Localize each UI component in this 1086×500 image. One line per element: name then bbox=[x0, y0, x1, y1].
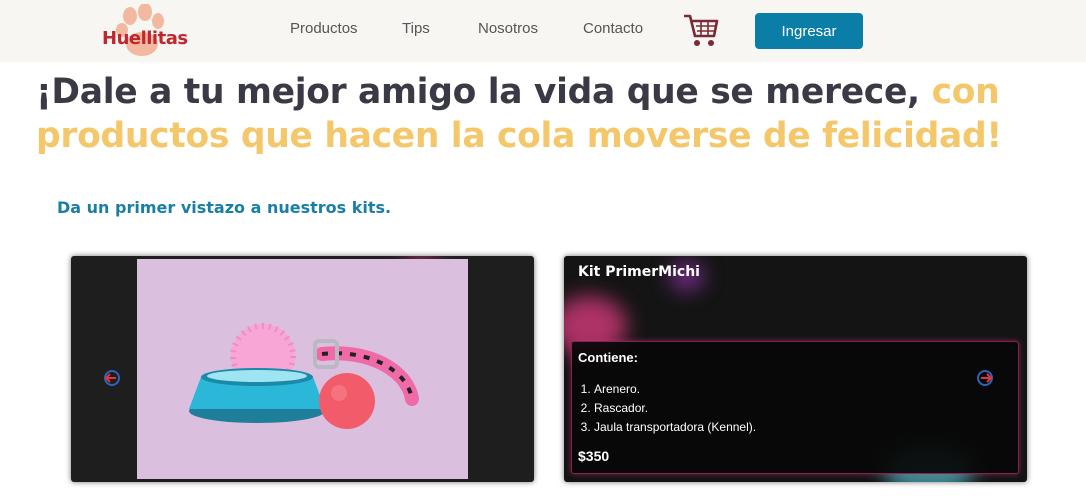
nav-link-productos[interactable]: Productos bbox=[290, 20, 358, 37]
hero-text-accent: con bbox=[931, 72, 1000, 112]
hero-heading: ¡Dale a tu mejor amigo la vida que se me… bbox=[36, 70, 1076, 158]
hero-text-main: ¡Dale a tu mejor amigo la vida que se me… bbox=[36, 72, 920, 112]
arrow-right-icon[interactable] bbox=[976, 369, 994, 387]
kit-contents-list: Arenero. Rascador. Jaula transportadora … bbox=[594, 380, 756, 437]
kit-contents-box: Contiene: Arenero. Rascador. Jaula trans… bbox=[571, 341, 1019, 474]
navbar: Huellitas Productos Tips Nosotros Contac… bbox=[0, 0, 1086, 62]
kit-contents-heading: Contiene: bbox=[578, 350, 638, 365]
logo[interactable]: Huellitas bbox=[100, 4, 188, 58]
kits-subtitle: Da un primer vistazo a nuestros kits. bbox=[57, 198, 392, 217]
kit-title: Kit PrimerMichi bbox=[578, 264, 700, 280]
logo-text: Huellitas bbox=[102, 28, 188, 49]
nav-link-tips[interactable]: Tips bbox=[402, 20, 430, 37]
list-item: Arenero. bbox=[594, 380, 756, 399]
nav-link-nosotros[interactable]: Nosotros bbox=[478, 20, 538, 37]
hero-text-accent-line2: productos que hacen la cola moverse de f… bbox=[36, 116, 1002, 156]
list-item: Rascador. bbox=[594, 399, 756, 418]
nav-link-contacto[interactable]: Contacto bbox=[583, 20, 643, 37]
login-button[interactable]: Ingresar bbox=[755, 13, 863, 49]
arrow-left-icon[interactable] bbox=[103, 369, 121, 387]
list-item: Jaula transportadora (Kennel). bbox=[594, 418, 756, 437]
kit-image-card bbox=[71, 256, 534, 482]
kit-info-card: Kit PrimerMichi Contiene: Arenero. Rasca… bbox=[564, 256, 1027, 482]
kit-price: $350 bbox=[578, 448, 610, 464]
pet-products-illustration bbox=[189, 323, 419, 429]
shopping-cart-icon[interactable] bbox=[682, 12, 720, 48]
kit-product-image bbox=[137, 259, 468, 479]
